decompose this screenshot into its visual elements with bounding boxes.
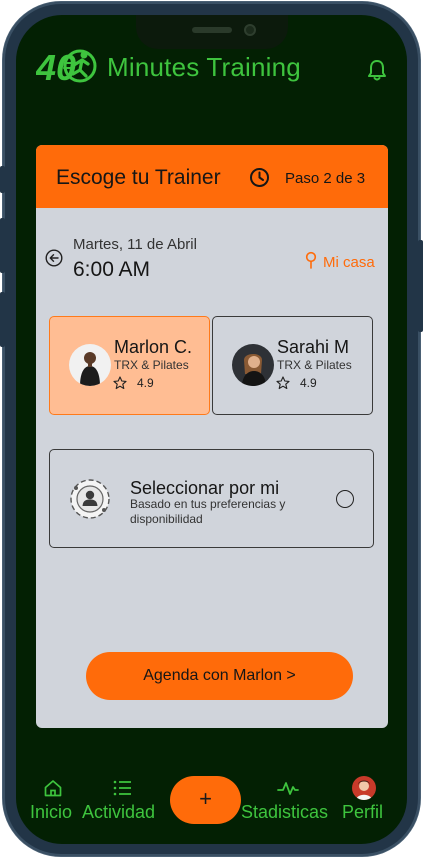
auto-select-radio[interactable] — [336, 490, 354, 508]
side-button-mute — [0, 166, 5, 193]
home-icon — [43, 779, 63, 797]
trainer-option-sarahi[interactable]: Sarahi M TRX & Pilates 4.9 — [212, 316, 373, 415]
location-link[interactable]: Mi casa — [323, 254, 375, 271]
app-title: Minutes Training — [107, 52, 301, 82]
speaker — [192, 27, 232, 33]
session-time: 6:00 AM — [73, 258, 151, 281]
card-header: Escoge tu Trainer Paso 2 de 3 — [36, 145, 388, 208]
auto-select-user-icon — [69, 478, 111, 520]
add-session-button[interactable]: + — [170, 776, 241, 824]
side-button-volume-down — [0, 292, 5, 347]
side-button-power — [418, 240, 423, 332]
book-trainer-button[interactable]: Agenda con Marlon > — [86, 652, 353, 700]
auto-select-description: Basado en tus preferencias y disponibili… — [130, 497, 286, 526]
nav-label-estadisticas: Stadisticas — [241, 802, 329, 822]
trainer-photo — [232, 344, 274, 386]
location-pin-icon — [304, 251, 318, 269]
trainer-rating: 4.9 — [137, 376, 154, 390]
trainer-specialty: TRX & Pilates — [114, 358, 189, 372]
star-icon — [276, 376, 290, 390]
nav-label-actividad: Actividad — [82, 802, 156, 822]
nav-label-perfil: Perfil — [342, 802, 384, 822]
front-camera — [244, 24, 256, 36]
card-title: Escoge tu Trainer — [56, 166, 221, 189]
nav-label-inicio: Inicio — [30, 802, 73, 822]
pulse-icon — [277, 779, 299, 797]
notification-bell-icon[interactable] — [366, 58, 388, 82]
trainer-option-marlon[interactable]: Marlon C. TRX & Pilates 4.9 — [49, 316, 210, 415]
clock-icon — [249, 167, 270, 188]
star-icon — [113, 376, 127, 390]
trainer-name: Sarahi M — [277, 337, 350, 357]
avatar — [352, 776, 376, 800]
trainer-specialty: TRX & Pilates — [277, 358, 352, 372]
app-logo: 40 — [35, 46, 98, 88]
trainer-photo — [69, 344, 111, 386]
trainer-name: Marlon C. — [114, 337, 193, 357]
auto-select-option[interactable]: Seleccionar por mi Basado en tus prefere… — [49, 449, 374, 548]
trainer-selection-card: Escoge tu Trainer Paso 2 de 3 Martes, 11… — [36, 145, 388, 728]
list-icon — [112, 779, 132, 797]
session-date: Martes, 11 de Abril — [73, 236, 197, 253]
back-arrow-icon[interactable] — [45, 249, 63, 267]
side-button-volume-up — [0, 218, 5, 273]
step-indicator: Paso 2 de 3 — [285, 170, 366, 187]
auto-select-title: Seleccionar por mi — [130, 478, 280, 498]
trainer-rating: 4.9 — [300, 376, 317, 390]
